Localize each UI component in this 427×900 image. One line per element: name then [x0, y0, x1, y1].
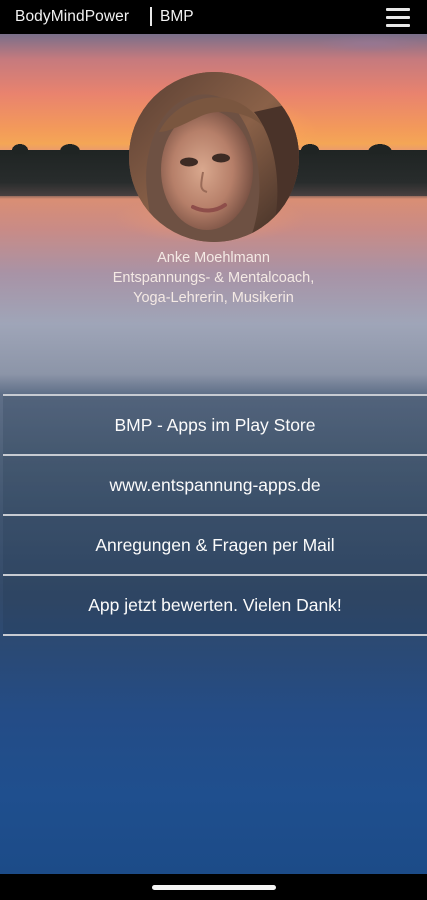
- profile-info: Anke Moehlmann Entspannungs- & Mentalcoa…: [0, 248, 427, 308]
- profile-avatar: [129, 72, 299, 242]
- hamburger-line: [386, 16, 410, 19]
- portrait-image: [129, 72, 299, 242]
- website-link-button[interactable]: www.entspannung-apps.de: [3, 454, 427, 514]
- app-subtitle: BMP: [160, 8, 194, 25]
- system-nav-bar: [0, 874, 427, 900]
- hamburger-icon[interactable]: [384, 6, 412, 28]
- profile-role: Yoga-Lehrerin, Musikerin: [133, 290, 294, 306]
- link-menu: BMP - Apps im Play Store www.entspannung…: [3, 394, 427, 636]
- sky-clouds: [300, 34, 427, 64]
- play-store-apps-button[interactable]: BMP - Apps im Play Store: [3, 394, 427, 454]
- rate-app-button[interactable]: App jetzt bewerten. Vielen Dank!: [3, 574, 427, 636]
- title-separator: [150, 7, 152, 26]
- home-indicator[interactable]: [152, 885, 276, 890]
- app-bar: BodyMindPower BMP: [0, 0, 427, 34]
- hamburger-line: [386, 8, 410, 11]
- mail-feedback-button[interactable]: Anregungen & Fragen per Mail: [3, 514, 427, 574]
- profile-role: Entspannungs- & Mentalcoach,: [112, 270, 315, 286]
- hamburger-line: [386, 24, 410, 27]
- app-title: BodyMindPower: [15, 8, 130, 25]
- profile-name: Anke Moehlmann: [157, 250, 270, 266]
